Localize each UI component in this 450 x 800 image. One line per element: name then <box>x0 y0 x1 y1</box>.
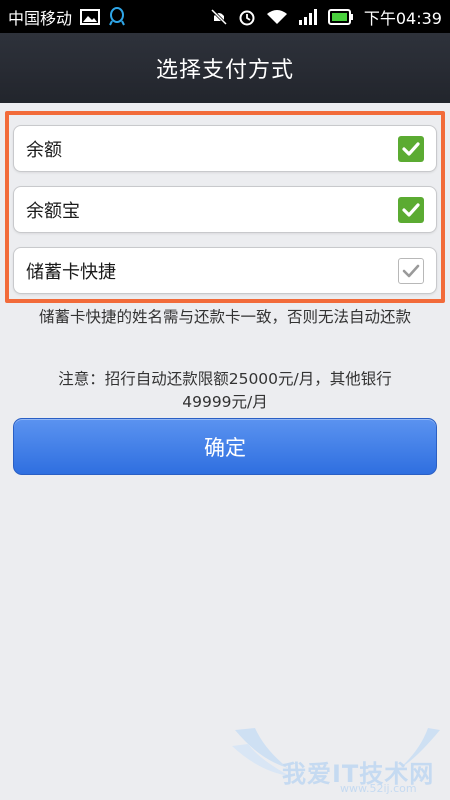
mute-icon <box>210 8 228 26</box>
payment-option-debit-card-quick[interactable]: 储蓄卡快捷 <box>13 247 437 294</box>
battery-icon <box>327 8 354 25</box>
watermark-logo: 我爱IT技术网 www.52ij.com <box>230 720 445 796</box>
watermark-url: www.52ij.com <box>340 782 417 795</box>
clock-label: 下午04:39 <box>363 8 442 28</box>
signal-icon <box>298 8 318 25</box>
disabled-checkbox-icon[interactable] <box>398 257 424 284</box>
payment-option-label: 余额宝 <box>26 200 80 222</box>
payment-option-yuebao[interactable]: 余额宝 <box>13 186 437 233</box>
status-bar: 中国移动 下午04:39 <box>0 0 450 33</box>
page-title: 选择支付方式 <box>155 58 294 83</box>
payment-option-label: 余额 <box>26 139 62 161</box>
wifi-icon <box>266 9 288 25</box>
checked-checkbox-icon[interactable] <box>398 135 424 162</box>
checked-checkbox-icon[interactable] <box>398 196 424 223</box>
card-name-notice: 储蓄卡快捷的姓名需与还款卡一致，否则无法自动还款 <box>38 308 411 326</box>
limit-notice-line-1: 注意：招行自动还款限额25000元/月，其他银行 <box>58 370 392 388</box>
confirm-button[interactable]: 确定 <box>13 418 437 475</box>
alarm-icon <box>238 8 256 26</box>
image-icon <box>80 8 101 25</box>
qq-icon <box>108 6 126 27</box>
payment-option-label: 储蓄卡快捷 <box>26 261 116 283</box>
payment-option-balance[interactable]: 余额 <box>13 125 437 172</box>
carrier-label: 中国移动 <box>8 8 73 28</box>
limit-notice-line-2: 49999元/月 <box>182 393 268 411</box>
header: 选择支付方式 <box>0 33 450 103</box>
